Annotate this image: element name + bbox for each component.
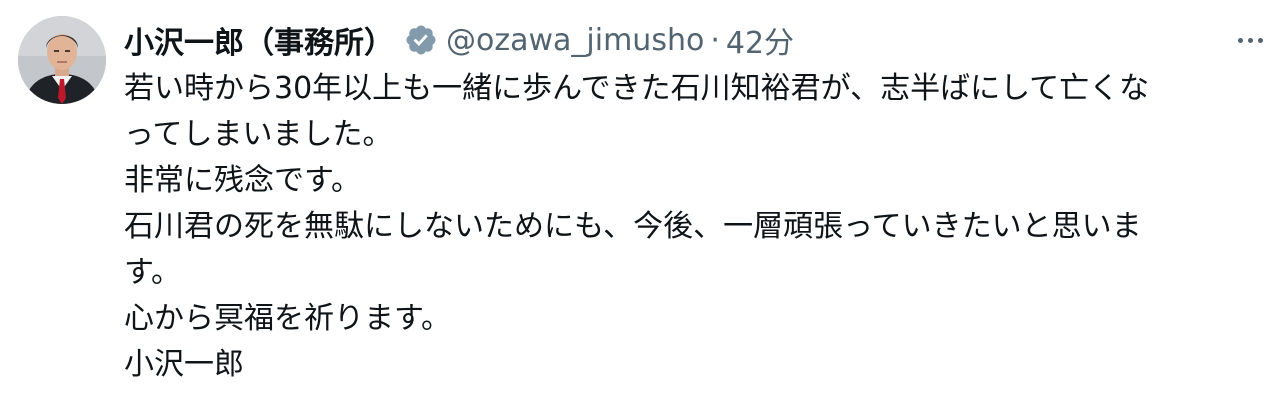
verified-badge-icon[interactable] [404,23,438,57]
tweet-text-line: 非常に残念です。 [124,163,361,198]
tweet-text-line: 若い時から30年以上も一緒に歩んできた石川知裕君が、志半ばにして亡くな [124,71,1150,106]
tweet-text-line: ってしまいました。 [124,117,393,152]
more-options-icon[interactable] [1230,22,1270,58]
avatar-image [18,16,106,104]
tweet-text-line: 心から冥福を祈ります。 [124,301,451,336]
avatar[interactable] [18,16,106,104]
tweet-text-line: 石川君の死を無駄にしないためにも、今後、一層頑張っていきたいと思いま [124,209,1142,244]
author-handle[interactable]: @ozawa_jimusho [446,23,704,58]
tweet-text-line: 小沢一郎 [124,347,244,382]
author-display-name[interactable]: 小沢一郎（事務所） [124,18,394,62]
separator-dot: · [710,22,720,58]
tweet-text-line: す。 [124,255,181,290]
tweet-header: 小沢一郎（事務所） @ozawa_jimusho · 42分 [124,18,794,62]
tweet: 小沢一郎（事務所） @ozawa_jimusho · 42分 若い時から30年以… [0,0,1288,408]
tweet-text: 若い時から30年以上も一緒に歩んできた石川知裕君が、志半ばにして亡くな ってしま… [124,66,1254,388]
tweet-timestamp[interactable]: 42分 [726,18,794,62]
